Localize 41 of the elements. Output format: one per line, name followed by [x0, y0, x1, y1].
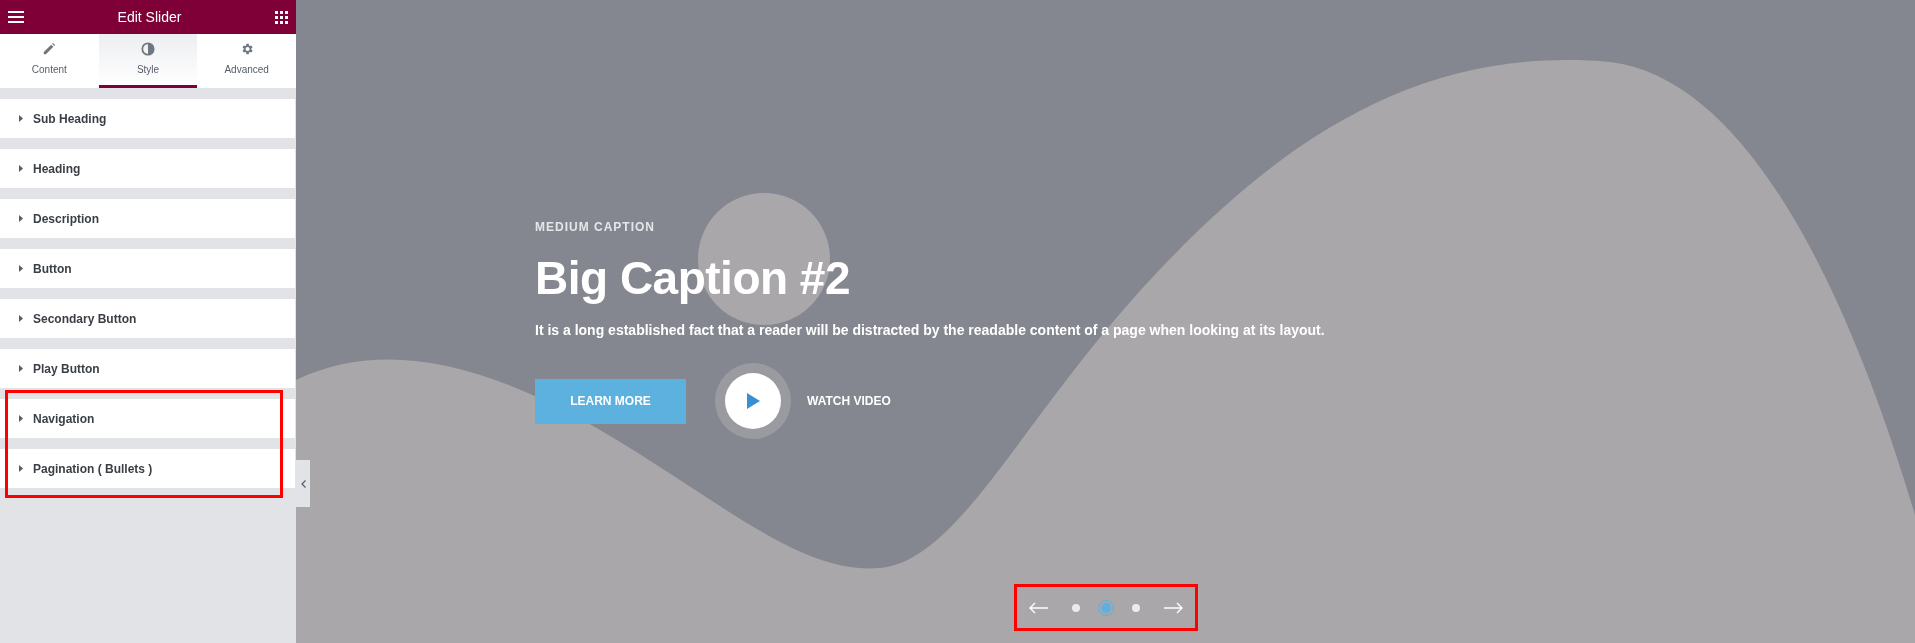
contrast-icon	[141, 42, 155, 56]
section-title: Sub Heading	[33, 110, 107, 128]
play-icon	[746, 393, 760, 409]
panel-title: Edit Slider	[117, 7, 182, 27]
grid-icon[interactable]	[275, 10, 288, 24]
section-header[interactable]: Play Button	[0, 349, 295, 388]
section-title: Button	[33, 260, 72, 278]
caret-icon	[19, 115, 23, 122]
chevron-left-icon	[300, 479, 306, 488]
collapse-handle[interactable]	[296, 460, 310, 507]
section-title: Navigation	[33, 410, 95, 428]
slide-heading: Big Caption #2	[535, 252, 852, 304]
section-header[interactable]: Heading	[0, 149, 295, 188]
arrow-right-icon[interactable]	[1162, 601, 1183, 614]
slide-subheading: MEDIUM CAPTION	[535, 219, 656, 236]
section-header[interactable]: Button	[0, 249, 295, 288]
pagination-bullet[interactable]	[1131, 603, 1140, 612]
caret-icon	[19, 315, 23, 322]
section-title: Secondary Button	[33, 310, 137, 328]
section-title: Description	[33, 210, 99, 228]
section-title: Pagination ( Bullets )	[33, 460, 153, 478]
caret-icon	[19, 215, 23, 222]
section-header[interactable]: Description	[0, 199, 295, 238]
pencil-icon	[42, 42, 57, 56]
caret-icon	[19, 415, 23, 422]
section-header[interactable]: Secondary Button	[0, 299, 295, 338]
section-title: Play Button	[33, 360, 100, 378]
section-header[interactable]: Sub Heading	[0, 99, 295, 138]
caret-icon	[19, 265, 23, 272]
menu-icon[interactable]	[8, 11, 24, 23]
section-header[interactable]: Navigation	[0, 399, 295, 438]
section-title: Heading	[33, 160, 81, 178]
pagination-bullet[interactable]	[1071, 603, 1080, 612]
panel-tab[interactable]: Style	[98, 34, 198, 88]
caret-icon	[19, 365, 23, 372]
section-header[interactable]: Pagination ( Bullets )	[0, 449, 295, 488]
watch-video-link[interactable]: WATCH VIDEO	[807, 392, 891, 410]
slide-description: It is a long established fact that a reader will be distracted by the readable content of a page when looking at its layout.	[535, 321, 1326, 340]
caret-icon	[19, 165, 23, 172]
arrow-left-icon[interactable]	[1028, 601, 1049, 614]
caret-icon	[19, 465, 23, 472]
